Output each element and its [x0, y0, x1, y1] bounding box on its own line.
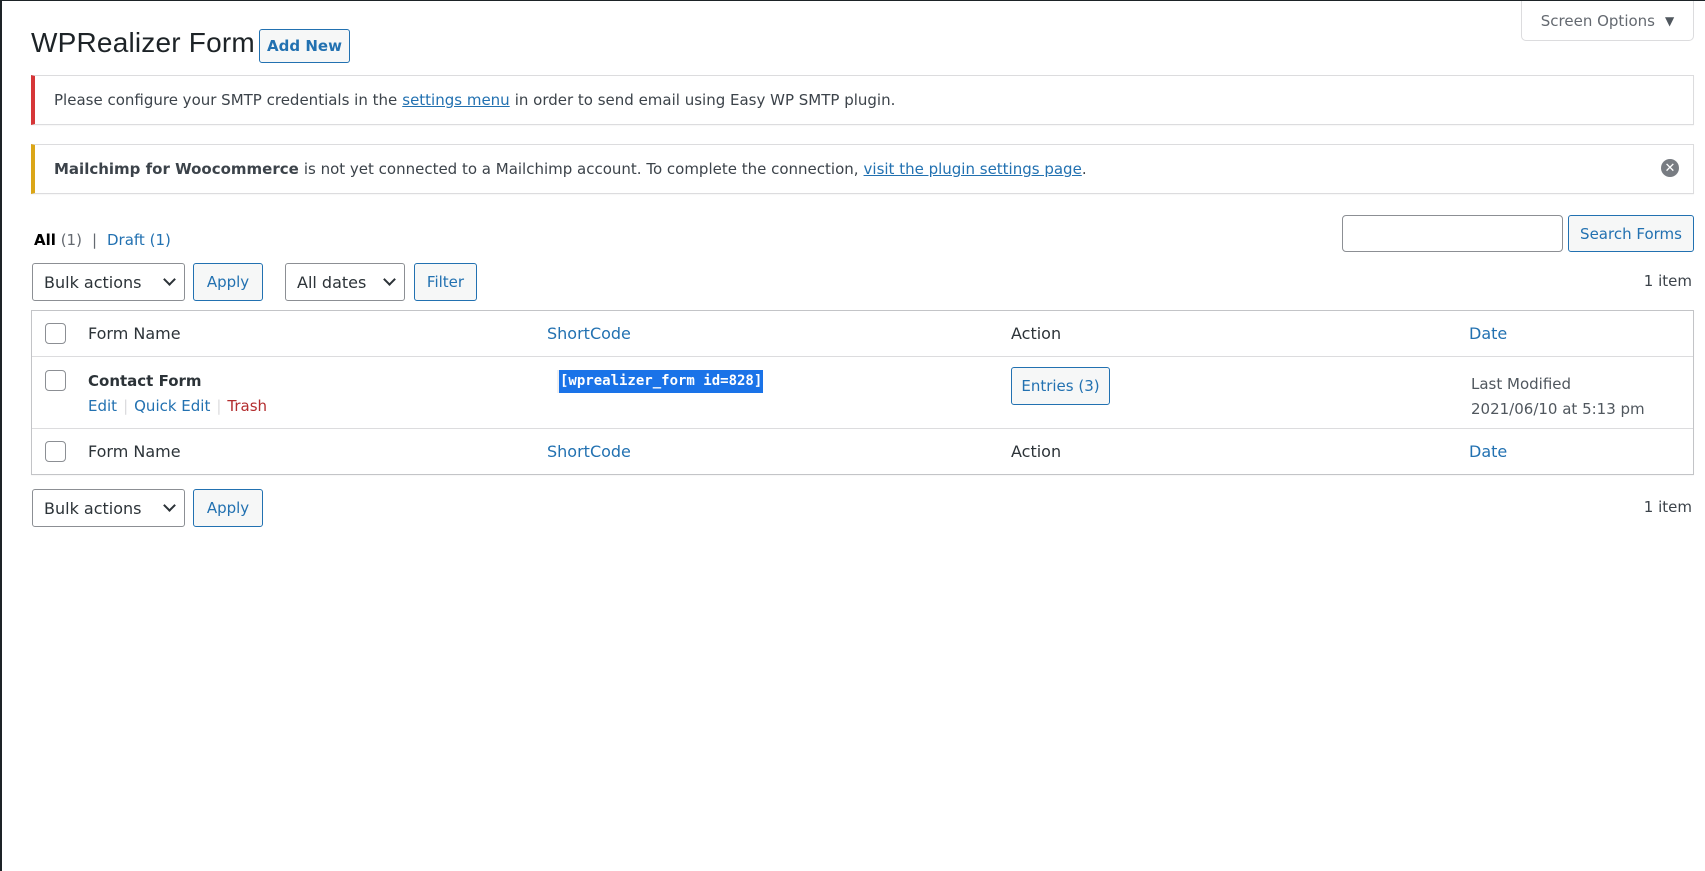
column-form-name: Form Name [88, 324, 181, 343]
search-forms-input[interactable] [1342, 215, 1563, 252]
mailchimp-plugin-name: Mailchimp for Woocommerce [54, 160, 299, 178]
quick-edit-link[interactable]: Quick Edit [134, 397, 210, 415]
select-all-checkbox[interactable] [45, 323, 66, 344]
add-new-button[interactable]: Add New [259, 29, 350, 63]
trash-link[interactable]: Trash [227, 397, 267, 415]
chevron-down-icon [383, 273, 396, 286]
dates-filter-value: All dates [297, 272, 367, 292]
form-title-link[interactable]: Contact Form [88, 372, 202, 390]
search-forms-button[interactable]: Search Forms [1568, 215, 1694, 252]
view-draft[interactable]: Draft (1) [107, 231, 171, 249]
chevron-down-icon [163, 499, 176, 512]
row-checkbox[interactable] [45, 370, 66, 391]
bulk-actions-select-bottom[interactable]: Bulk actions [32, 489, 185, 527]
screen-options-label: Screen Options [1540, 11, 1655, 30]
view-draft-label[interactable]: Draft [107, 231, 145, 249]
row-action-separator: | [216, 397, 222, 415]
column-form-name-footer: Form Name [88, 442, 181, 461]
caret-down-icon: ▼ [1664, 13, 1675, 28]
view-all-count: (1) [60, 231, 82, 249]
dates-filter-select[interactable]: All dates [285, 263, 405, 301]
bulk-actions-value: Bulk actions [44, 272, 142, 292]
mailchimp-notice: Mailchimp for Woocommerce is not yet con… [31, 144, 1694, 194]
entries-button[interactable]: Entries (3) [1011, 367, 1110, 405]
view-all[interactable]: All (1) [34, 231, 82, 249]
table-header-row: Form Name ShortCode Action Date [32, 311, 1693, 357]
view-all-label: All [34, 231, 56, 249]
plugin-settings-link[interactable]: visit the plugin settings page [864, 160, 1082, 178]
bulk-actions-value: Bulk actions [44, 498, 142, 518]
dismiss-circle-icon[interactable]: ✕ [1661, 159, 1679, 177]
bulk-actions-select-top[interactable]: Bulk actions [32, 263, 185, 301]
select-all-checkbox-footer[interactable] [45, 441, 66, 462]
mailchimp-notice-text-before: is not yet connected to a Mailchimp acco… [303, 160, 859, 178]
smtp-notice-text-after: in order to send email using Easy WP SMT… [514, 91, 896, 109]
settings-menu-link[interactable]: settings menu [402, 91, 509, 109]
column-shortcode-sort[interactable]: ShortCode [547, 324, 631, 343]
filter-button[interactable]: Filter [414, 263, 477, 301]
date-cell: Last Modified 2021/06/10 at 5:13 pm [1471, 372, 1645, 422]
view-separator: | [91, 231, 97, 249]
screen-options-button[interactable]: Screen Options ▼ [1521, 1, 1694, 41]
mailchimp-notice-text-after: . [1081, 160, 1087, 178]
smtp-notice: Please configure your SMTP credentials i… [31, 75, 1694, 125]
date-status: Last Modified [1471, 375, 1572, 393]
column-action-footer: Action [1011, 442, 1062, 461]
view-draft-count[interactable]: (1) [150, 231, 171, 249]
column-date-sort-footer[interactable]: Date [1469, 442, 1507, 461]
apply-button-bottom[interactable]: Apply [193, 489, 263, 527]
chevron-down-icon [163, 273, 176, 286]
table-row: Contact Form Edit | Quick Edit | Trash [… [32, 357, 1693, 429]
apply-button-top[interactable]: Apply [193, 263, 263, 301]
smtp-notice-text-before: Please configure your SMTP credentials i… [54, 91, 398, 109]
shortcode-text-selected[interactable]: [wprealizer_form id=828] [557, 370, 764, 393]
column-shortcode-sort-footer[interactable]: ShortCode [547, 442, 631, 461]
row-actions: Edit | Quick Edit | Trash [88, 397, 267, 415]
status-views: All (1) | Draft (1) [34, 231, 171, 249]
row-action-separator: | [123, 397, 129, 415]
items-count-top: 1 item [1643, 272, 1692, 290]
column-date-sort[interactable]: Date [1469, 324, 1507, 343]
items-count-bottom: 1 item [1643, 498, 1692, 516]
forms-table: Form Name ShortCode Action Date Contact … [31, 310, 1694, 475]
column-action: Action [1011, 324, 1062, 343]
date-value: 2021/06/10 at 5:13 pm [1471, 400, 1645, 418]
edit-link[interactable]: Edit [88, 397, 117, 415]
page-title: WPRealizer Form [31, 27, 255, 58]
table-footer-row: Form Name ShortCode Action Date [32, 429, 1693, 475]
